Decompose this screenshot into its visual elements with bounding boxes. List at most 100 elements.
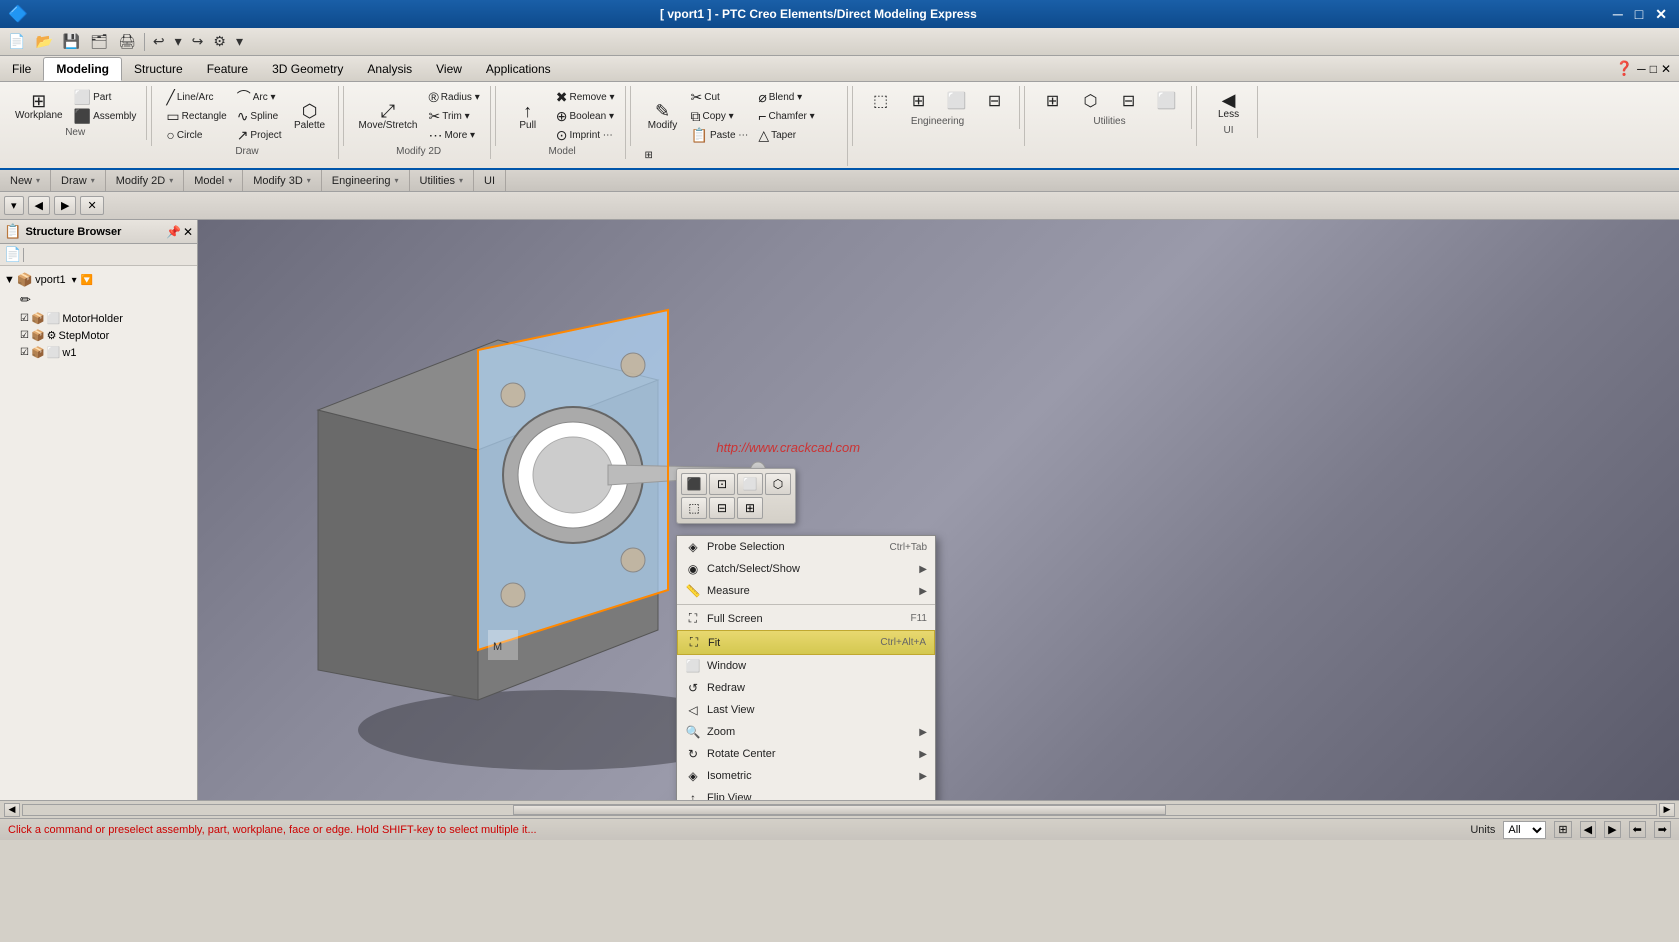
transform-2-button[interactable]: ⊠ [641, 164, 669, 166]
redo-button[interactable]: ↪ [188, 31, 208, 52]
sb-pin-button[interactable]: 📌 [166, 225, 181, 239]
cm-zoom[interactable]: 🔍 Zoom ▶ [677, 721, 935, 743]
workplane-button[interactable]: ⊞ Workplane [10, 89, 68, 124]
eng-btn-3[interactable]: ⬜ [939, 88, 975, 114]
arc-button[interactable]: ⌒ Arc ▾ [233, 88, 286, 106]
copy-button[interactable]: ⧉ Copy ▾ [687, 107, 753, 125]
palette-button[interactable]: ⬡ Palette [288, 99, 332, 134]
line-arc-button[interactable]: ╱ Line/Arc [162, 88, 230, 106]
w1-checkbox[interactable]: ☑ [20, 347, 29, 358]
cm-catch-select-show[interactable]: ◉ Catch/Select/Show ▶ [677, 558, 935, 580]
close-nav-button[interactable]: ✕ [80, 196, 103, 215]
motorholder-checkbox[interactable]: ☑ [20, 313, 29, 324]
root-filter[interactable]: 🔽 [81, 275, 93, 286]
units-select[interactable]: All mm inch [1503, 821, 1546, 839]
less-button[interactable]: ◀ Less [1207, 88, 1251, 123]
blend-button[interactable]: ⌀ Blend ▾ [754, 88, 818, 106]
transform-1-button[interactable]: ⊞ [641, 148, 669, 163]
scroll-thumb[interactable] [513, 805, 1166, 815]
undo-dropdown[interactable]: ▾ [171, 31, 186, 52]
print-button[interactable]: 🖨 [114, 31, 140, 52]
tree-root[interactable]: ▼ 📦 vport1 ▾ 🔽 [4, 270, 193, 290]
taper-button[interactable]: △ Taper [754, 126, 818, 144]
root-dropdown[interactable]: ▾ [72, 275, 77, 286]
menu-feature[interactable]: Feature [195, 58, 260, 80]
boolean-button[interactable]: ⊕ Boolean ▾ [552, 107, 619, 125]
sb-new-btn[interactable]: 📄 [4, 246, 21, 263]
move-stretch-button[interactable]: ⤢ Move/Stretch [354, 99, 423, 134]
save-all-button[interactable]: 🗂 [86, 31, 112, 52]
back-nav-button[interactable]: ◀ [28, 196, 50, 215]
tree-item-w1[interactable]: ☑ 📦 ⬜ w1 [4, 344, 193, 361]
more-2d-button[interactable]: ⋯ More ▾ [424, 126, 483, 144]
circle-button[interactable]: ○ Circle [162, 126, 230, 144]
cm-redraw[interactable]: ↺ Redraw [677, 677, 935, 699]
util-btn-3[interactable]: ⊟ [1111, 88, 1147, 114]
cm-flip-view[interactable]: ↕ Flip View [677, 787, 935, 800]
tree-item-motorholder[interactable]: ☑ 📦 ⬜ MotorHolder [4, 310, 193, 327]
util-btn-2[interactable]: ⬡ [1073, 88, 1109, 114]
popup-btn-shaded[interactable]: ⬛ [681, 473, 707, 495]
popup-btn-transparent[interactable]: ⬡ [765, 473, 791, 495]
cm-measure[interactable]: 📏 Measure ▶ [677, 580, 935, 602]
menu-analysis[interactable]: Analysis [355, 58, 424, 80]
units-btn-2[interactable]: ◀ [1580, 821, 1596, 838]
util-btn-4[interactable]: ⬜ [1149, 88, 1185, 114]
menu-file[interactable]: File [0, 58, 43, 80]
ribbon-label-draw[interactable]: Draw▾ [51, 170, 106, 191]
cm-isometric[interactable]: ◈ Isometric ▶ [677, 765, 935, 787]
paste-button[interactable]: 📋 Paste ⋯ [687, 126, 753, 144]
dropdown-nav-button[interactable]: ▾ [4, 196, 24, 215]
ribbon-label-model[interactable]: Model▾ [184, 170, 243, 191]
undo-button[interactable]: ↩ [149, 31, 169, 52]
cm-fit[interactable]: ⛶ Fit Ctrl+Alt+A [677, 630, 935, 655]
qa-dropdown[interactable]: ▾ [232, 31, 247, 52]
imprint-button[interactable]: ⊙ Imprint ⋯ [552, 126, 619, 144]
pull-button[interactable]: ↑ Pull [506, 99, 550, 134]
part-button[interactable]: ⬜ Part [70, 88, 141, 106]
menu-modeling[interactable]: Modeling [43, 57, 122, 81]
cut-button[interactable]: ✂ Cut [687, 88, 753, 106]
remove-button[interactable]: ✖ Remove ▾ [552, 88, 619, 106]
restore-window[interactable]: □ [1650, 62, 1657, 76]
close-window[interactable]: ✕ [1661, 62, 1671, 76]
project-button[interactable]: ↗ Project [233, 126, 286, 144]
chamfer-button[interactable]: ⌐ Chamfer ▾ [754, 107, 818, 125]
popup-btn-hidden[interactable]: ⬜ [737, 473, 763, 495]
save-button[interactable]: 💾 [59, 31, 84, 52]
new-doc-button[interactable]: 📄 [4, 31, 29, 52]
menu-3d-geometry[interactable]: 3D Geometry [260, 58, 355, 80]
ribbon-label-ui[interactable]: UI [474, 170, 506, 191]
eng-btn-1[interactable]: ⬚ [863, 88, 899, 114]
units-btn-3[interactable]: ▶ [1604, 821, 1620, 838]
ribbon-label-modify2d[interactable]: Modify 2D▾ [106, 170, 185, 191]
cm-full-screen[interactable]: ⛶ Full Screen F11 [677, 607, 935, 630]
units-btn-5[interactable]: ➡ [1654, 821, 1671, 838]
cm-probe-selection[interactable]: ◈ Probe Selection Ctrl+Tab [677, 536, 935, 558]
util-btn-1[interactable]: ⊞ [1035, 88, 1071, 114]
cm-last-view[interactable]: ◁ Last View [677, 699, 935, 721]
popup-btn-shaded2[interactable]: ⬚ [681, 497, 707, 519]
ribbon-label-utilities[interactable]: Utilities▾ [410, 170, 474, 191]
assembly-button[interactable]: ⬛ Assembly [70, 107, 141, 125]
menu-view[interactable]: View [424, 58, 474, 80]
cm-window[interactable]: ⬜ Window [677, 655, 935, 677]
eng-btn-2[interactable]: ⊞ [901, 88, 937, 114]
minimize-button[interactable]: ─ [1609, 6, 1627, 22]
minimize-ribbon[interactable]: ─ [1637, 62, 1646, 76]
sb-close-button[interactable]: ✕ [183, 225, 193, 239]
stepmotor-checkbox[interactable]: ☑ [20, 330, 29, 341]
maximize-button[interactable]: □ [1631, 6, 1647, 22]
viewport[interactable]: M http://www.crackcad.com ⬛ ⊡ ⬜ ⬡ ⬚ ⊟ ⊞ [198, 220, 1679, 800]
units-btn-4[interactable]: ⬅ [1629, 821, 1646, 838]
close-button[interactable]: ✕ [1651, 6, 1671, 23]
rectangle-button[interactable]: ▭ Rectangle [162, 107, 230, 125]
menu-structure[interactable]: Structure [122, 58, 195, 80]
modify-button[interactable]: ✎ Modify [641, 99, 685, 134]
cm-rotate-center[interactable]: ↻ Rotate Center ▶ [677, 743, 935, 765]
popup-btn-mode2[interactable]: ⊟ [709, 497, 735, 519]
popup-btn-mode3[interactable]: ⊞ [737, 497, 763, 519]
ribbon-label-engineering[interactable]: Engineering▾ [322, 170, 410, 191]
spline-button[interactable]: ∿ Spline [233, 107, 286, 125]
units-btn-1[interactable]: ⊞ [1554, 821, 1571, 838]
